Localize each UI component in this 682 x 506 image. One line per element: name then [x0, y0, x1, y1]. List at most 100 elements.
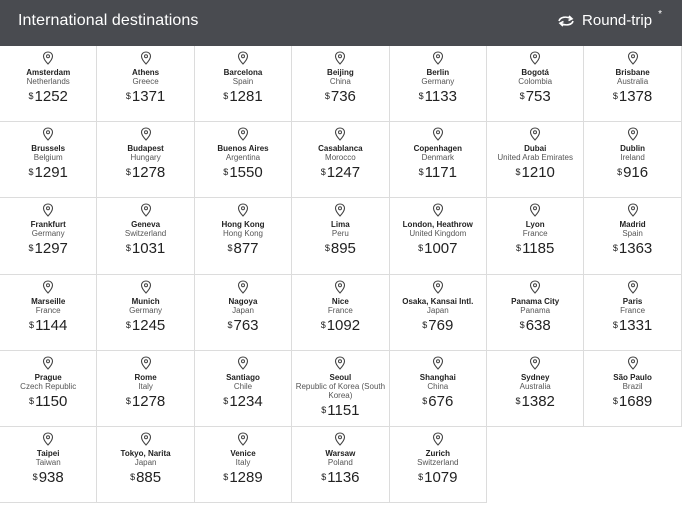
destination-price: $638	[487, 317, 583, 335]
currency-symbol: $	[28, 91, 34, 101]
destination-price: $1150	[0, 393, 96, 411]
destination-country: Morocco	[325, 153, 356, 163]
destination-card[interactable]: Casablanca Morocco $1247	[292, 122, 390, 199]
destination-card[interactable]: Copenhagen Denmark $1171	[389, 122, 487, 199]
destination-country: Argentina	[225, 153, 261, 163]
destination-card[interactable]: Sydney Australia $1382	[487, 350, 585, 427]
location-pin-icon	[237, 356, 249, 370]
destination-card[interactable]: Venice Italy $1289	[194, 427, 293, 504]
location-pin-icon	[43, 280, 54, 294]
trip-type-footnote-mark: *	[658, 9, 662, 20]
destination-price: $1133	[390, 88, 486, 106]
destination-card[interactable]: Warsaw Poland $1136	[292, 427, 390, 504]
destination-card[interactable]: Amsterdam Netherlands $1252	[0, 46, 98, 123]
destination-card[interactable]: Athens Greece $1371	[97, 46, 195, 123]
price-value: 1245	[131, 316, 166, 334]
destination-card[interactable]: Bogotá Colombia $753	[487, 46, 585, 123]
destination-card[interactable]: Munich Germany $1245	[97, 274, 195, 351]
currency-symbol: $	[130, 472, 136, 482]
location-pin-icon	[432, 203, 443, 218]
destination-card[interactable]: Prague Czech Republic $1150	[0, 350, 98, 427]
location-pin-icon	[530, 280, 541, 294]
location-pin-icon	[43, 356, 54, 370]
destination-card[interactable]: Berlin Germany $1133	[389, 46, 487, 123]
destination-price: $753	[487, 88, 583, 106]
destination-card[interactable]: Beijing China $736	[292, 46, 390, 123]
trip-type-label: Round-trip	[582, 12, 653, 29]
destination-card[interactable]: Hong Kong Hong Kong $877	[194, 198, 293, 275]
destination-card[interactable]: Brussels Belgium $1291	[0, 122, 98, 199]
location-pin-icon	[530, 51, 541, 65]
destination-card[interactable]: Frankfurt Germany $1297	[0, 198, 98, 275]
destination-card[interactable]: São Paulo Brazil $1689	[584, 350, 682, 427]
location-pin-icon	[140, 432, 151, 446]
destination-country: Brazil	[622, 381, 643, 391]
destination-country: Chile	[233, 381, 253, 391]
destination-city: Barcelona	[223, 68, 263, 77]
destination-price: $1031	[97, 240, 193, 258]
location-pin-icon	[140, 203, 151, 218]
destination-card[interactable]: Seoul Republic of Korea (South Korea) $115…	[292, 350, 390, 427]
destination-card[interactable]: Lima Peru $895	[292, 198, 390, 275]
location-pin-icon	[627, 280, 638, 294]
destination-card[interactable]: Lyon France $1185	[487, 198, 585, 275]
destination-city: Santiago	[226, 372, 260, 382]
destination-country: Italy	[235, 458, 251, 467]
destination-card[interactable]: Dubai United Arab Emirates $1210	[487, 122, 585, 199]
currency-symbol: $	[418, 167, 424, 178]
location-pin-icon	[530, 127, 541, 141]
location-pin-icon	[43, 203, 54, 218]
currency-symbol: $	[125, 319, 131, 330]
destination-price: $1234	[195, 393, 291, 411]
destination-country: Republic of Korea (South Korea)	[295, 381, 386, 400]
price-value: 885	[136, 469, 162, 486]
trip-type-toggle[interactable]: Round-trip *	[556, 9, 662, 29]
destination-card[interactable]: Dublin Ireland $916	[584, 122, 682, 199]
price-value: 1234	[229, 392, 263, 410]
destination-price: $885	[97, 469, 193, 487]
destination-city: Nice	[331, 296, 349, 306]
destination-card[interactable]: Madrid Spain $1363	[584, 198, 682, 275]
price-value: 1133	[424, 88, 457, 105]
location-pin-icon	[432, 280, 443, 294]
destination-card[interactable]: Barcelona Spain $1281	[194, 46, 293, 123]
destination-country: Czech Republic	[20, 381, 77, 391]
currency-symbol: $	[227, 319, 233, 330]
destination-card[interactable]: Tokyo, Narita Japan $885	[97, 427, 195, 504]
destination-card[interactable]: Shanghai China $676	[389, 350, 487, 427]
destination-city: Frankfurt	[30, 220, 66, 230]
destination-price: $1291	[0, 164, 96, 182]
currency-symbol: $	[320, 319, 326, 330]
destination-card[interactable]: Zurich Switzerland $1079	[389, 427, 487, 504]
destination-card[interactable]: Marseille France $1144	[0, 274, 98, 351]
destination-card[interactable]: Osaka, Kansai Intl. Japan $769	[389, 274, 487, 351]
destination-city: Berlin	[426, 68, 450, 77]
destination-card[interactable]: Santiago Chile $1234	[194, 350, 293, 427]
price-value: 1144	[35, 316, 68, 334]
destination-price: $895	[292, 240, 388, 258]
destination-card[interactable]: Nice France $1092	[292, 274, 390, 351]
location-pin-icon	[335, 432, 346, 446]
destination-price: $1171	[390, 164, 486, 182]
location-pin-icon	[335, 280, 346, 294]
price-value: 1171	[424, 164, 457, 182]
destination-card[interactable]: Rome Italy $1278	[97, 350, 195, 427]
destination-card[interactable]: Panama City Panama $638	[487, 274, 585, 351]
destination-country: Japan	[232, 305, 254, 315]
destination-card[interactable]: Budapest Hungary $1278	[97, 122, 195, 199]
destination-price: $736	[292, 88, 388, 106]
destination-price: $1382	[487, 393, 583, 411]
destination-city: Casablanca	[318, 144, 363, 154]
destination-country: China	[329, 77, 351, 86]
destination-card[interactable]: Taipei Taiwan $938	[0, 427, 98, 504]
destination-card[interactable]: Geneva Switzerland $1031	[97, 198, 195, 275]
destination-city: Rome	[134, 372, 157, 382]
destination-card[interactable]: Brisbane Australia $1378	[584, 46, 682, 123]
destination-card[interactable]: Buenos Aires Argentina $1550	[194, 122, 293, 199]
destination-card[interactable]: Paris France $1331	[584, 274, 682, 351]
destination-country: Australia	[617, 77, 649, 86]
destination-price: $1136	[292, 469, 388, 487]
destination-card[interactable]: London, Heathrow United Kingdom $1007	[389, 198, 487, 275]
round-trip-arrows-icon	[558, 14, 574, 27]
destination-card[interactable]: Nagoya Japan $763	[194, 274, 293, 351]
